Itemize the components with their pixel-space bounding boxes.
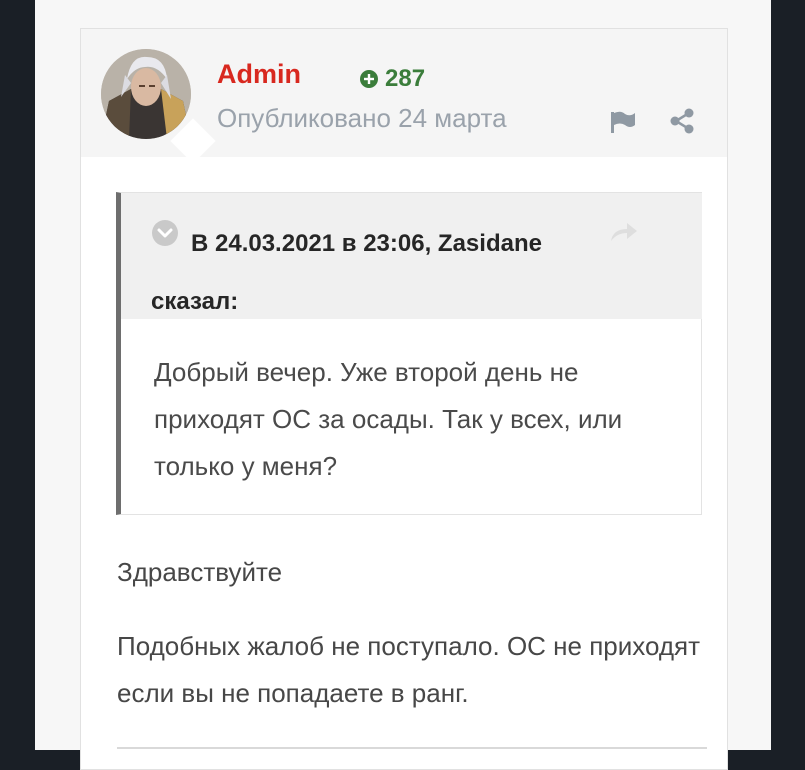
quote-block: В 24.03.2021 в 23:06, Zasidane сказал: Д… [116, 192, 702, 515]
published-date: Опубликовано 24 марта [217, 103, 507, 133]
reputation-count: 287 [385, 65, 426, 92]
share-icon[interactable] [669, 107, 695, 135]
quote-header: В 24.03.2021 в 23:06, Zasidane сказал: [121, 193, 702, 319]
author-name[interactable]: Admin [217, 59, 301, 90]
flag-icon[interactable] [609, 110, 637, 134]
reply-arrow-icon[interactable] [607, 219, 639, 243]
quote-text: Добрый вечер. Уже второй день не приходя… [154, 357, 623, 481]
post-header: Admin 287 Опубликовано 24 марта [81, 29, 727, 164]
divider [117, 747, 707, 749]
post-paragraph: Подобных жалоб не поступало. ОС не прихо… [117, 631, 701, 708]
post-paragraph: Здравствуйте [117, 557, 283, 587]
avatar[interactable] [101, 49, 191, 139]
reputation-badge: 287 [359, 65, 425, 93]
quote-citation: В 24.03.2021 в 23:06, Zasidane сказал: [151, 230, 542, 315]
page-background: Admin 287 Опубликовано 24 марта В 24.03.… [35, 0, 771, 770]
forum-post: Admin 287 Опубликовано 24 марта В 24.03.… [80, 28, 728, 770]
plus-circle-icon [360, 70, 378, 88]
